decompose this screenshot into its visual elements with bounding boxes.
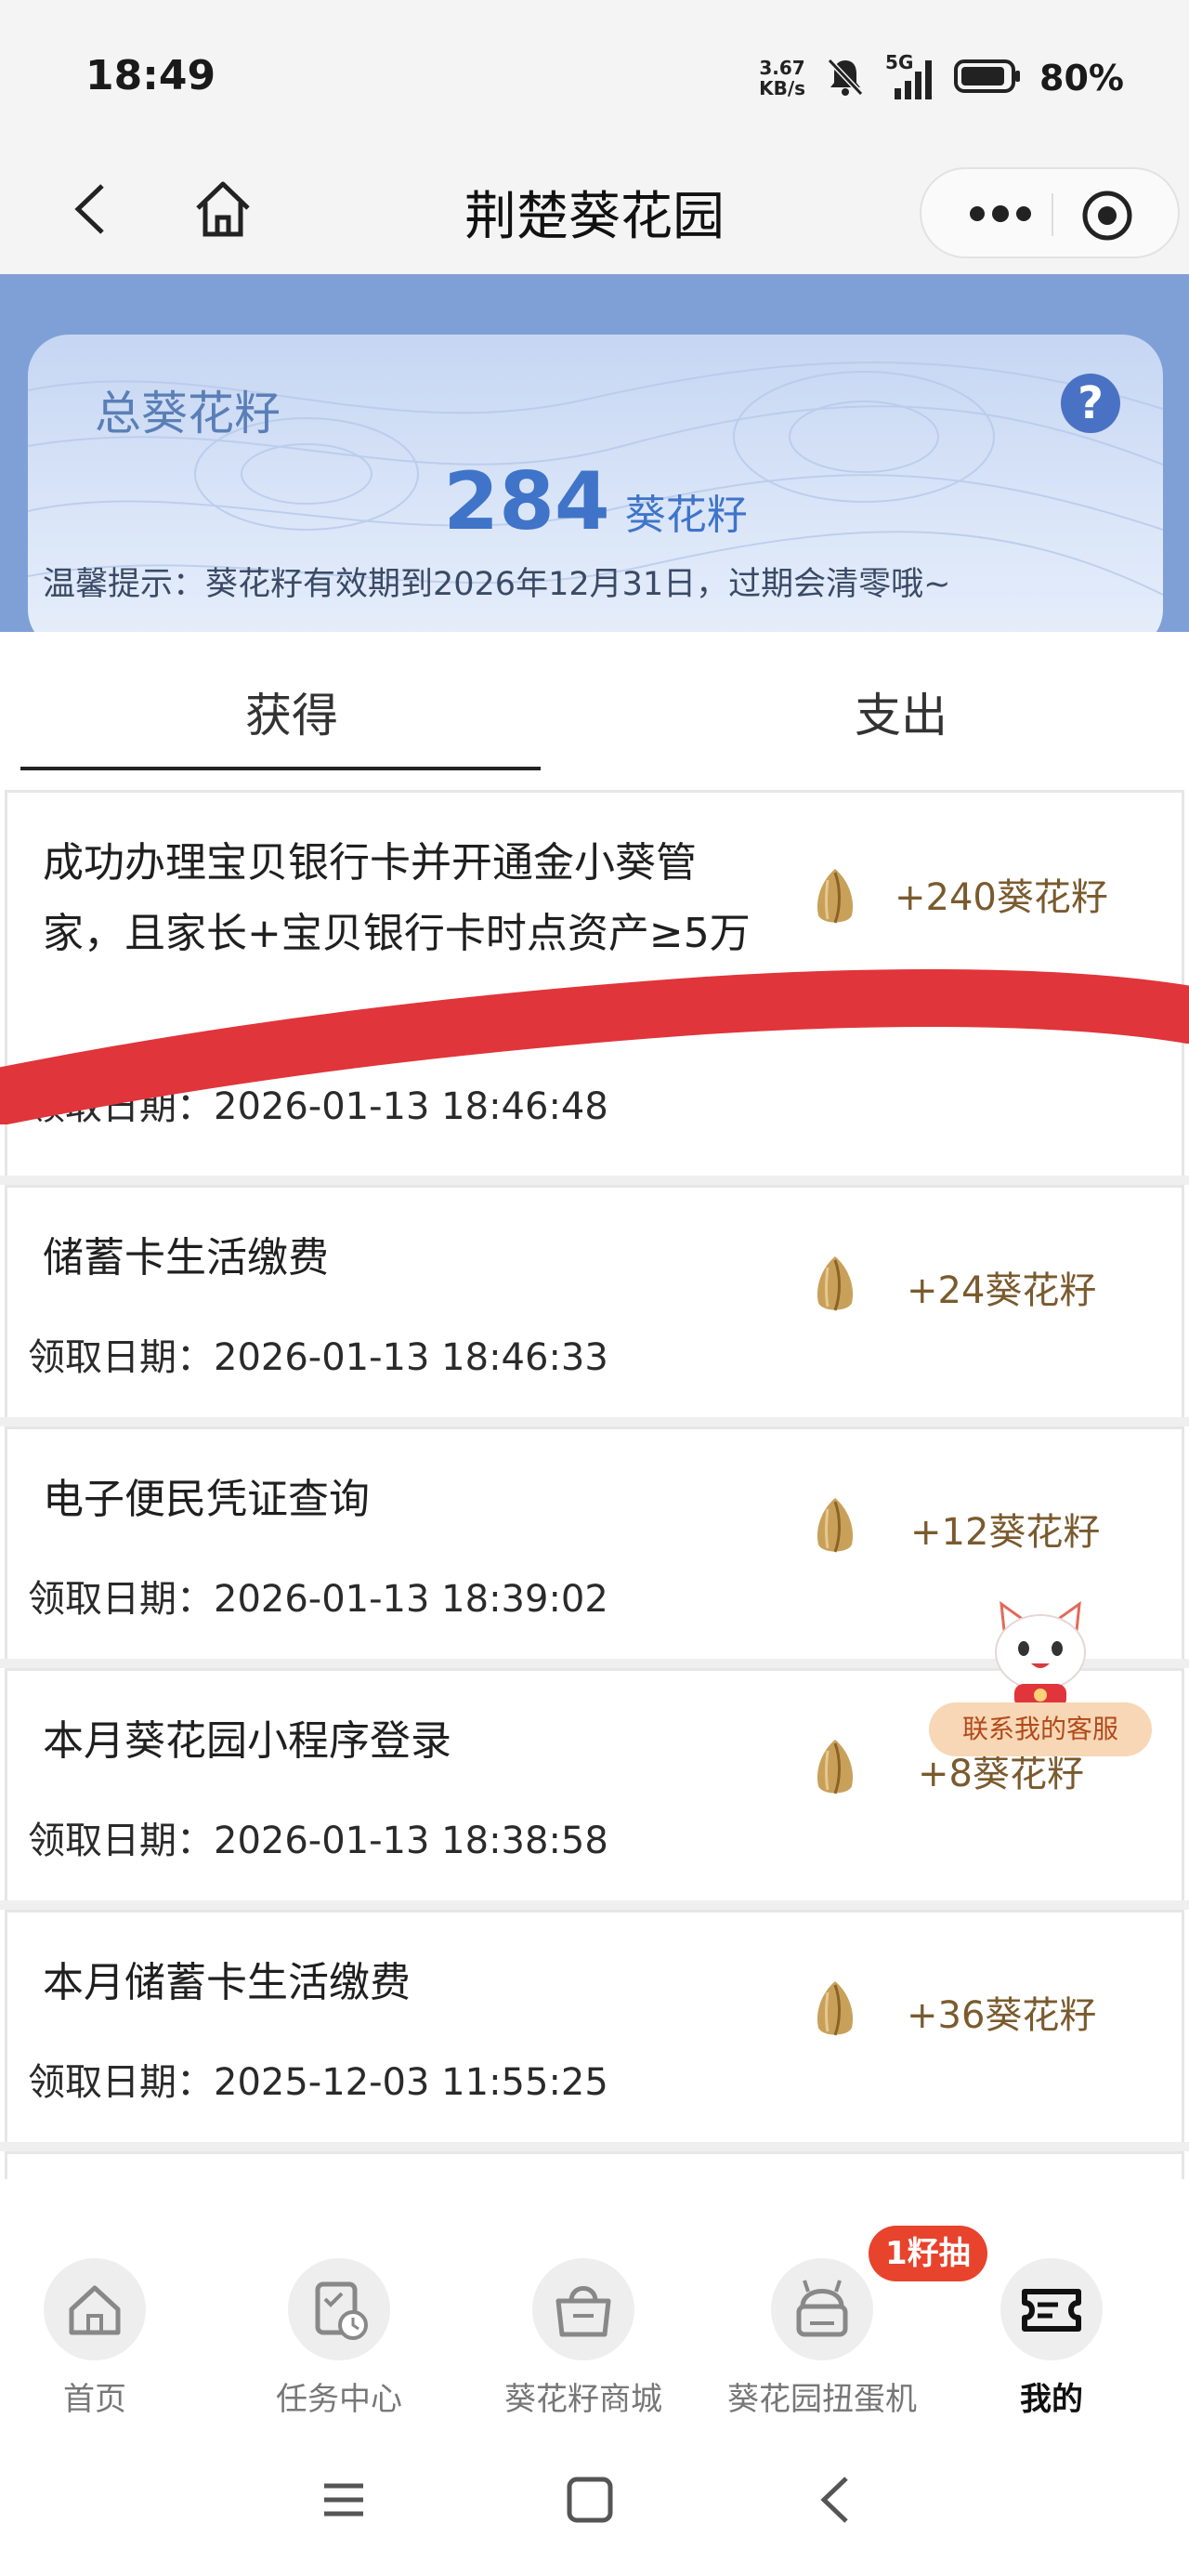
sunflower-seed-icon: [817, 1740, 854, 1794]
list-item: 成功办理宝贝银行卡并开通金小葵管家，且家长+宝贝银行卡时点资产≥5万 领取日期：…: [5, 790, 1184, 1176]
record-date: 领取日期：2026-01-13 18:38:58: [28, 1820, 608, 1862]
system-home-button[interactable]: [557, 2467, 622, 2532]
square-icon: [567, 2477, 613, 2523]
status-time: 18:49: [85, 52, 216, 99]
list-item: 储蓄卡生活缴费 领取日期：2026-01-13 18:46:33 +24葵花籽: [5, 1185, 1184, 1417]
network-speed: 3.67 KB/s: [759, 58, 805, 99]
record-title: 本月储蓄卡生活缴费: [43, 1959, 411, 2006]
points-card: 总葵花籽 ? 284 葵花籽 温馨提示：葵花籽有效期到2026年12月31日，过期…: [28, 335, 1163, 632]
more-dots-icon: [970, 205, 1031, 222]
tab-label: 任务中心: [276, 2381, 402, 2418]
signal-label: 5G: [885, 51, 914, 73]
bottom-tab-bar: 首页 任务中心 葵花籽商城 葵花园扭蛋机 我的 1籽抽: [0, 2179, 1189, 2421]
help-question-icon[interactable]: ?: [1061, 374, 1120, 433]
system-nav-bar: [0, 2421, 1189, 2576]
record-date: 领取日期：2026-01-13 18:46:33: [28, 1336, 608, 1379]
tab-label: 葵花园扭蛋机: [727, 2381, 917, 2418]
record-date: 领取日期：2026-01-13 18:39:02: [28, 1578, 608, 1621]
signal-icon: 5G: [885, 51, 937, 101]
task-icon: [288, 2258, 390, 2360]
battery-percent: 80%: [1039, 58, 1124, 99]
record-title: 储蓄卡生活缴费: [43, 1234, 329, 1281]
lottery-badge: 1籽抽: [869, 2226, 987, 2281]
earn-record-list: 成功办理宝贝银行卡并开通金小葵管家，且家长+宝贝银行卡时点资产≥5万 领取日期：…: [0, 790, 1189, 2188]
system-back-button[interactable]: [804, 2467, 869, 2532]
points-value: 284: [443, 455, 610, 548]
chevron-left-icon: [820, 2477, 848, 2523]
sunflower-seed-icon: [817, 1498, 854, 1553]
record-amount: +12葵花籽: [910, 1511, 1101, 1554]
tab-spend[interactable]: 支出: [855, 678, 947, 745]
network-speed-unit: KB/s: [759, 77, 806, 99]
list-item: 本月储蓄卡生活缴费 领取日期：2025-12-03 11:55:25 +36葵花…: [5, 1910, 1184, 2142]
record-title: 本月葵花园小程序登录: [43, 1717, 451, 1765]
ticket-icon: [1000, 2258, 1103, 2360]
tab-shop[interactable]: 葵花籽商城: [472, 2258, 695, 2419]
record-title: 成功办理宝贝银行卡并开通金小葵管家，且家长+宝贝银行卡时点资产≥5万: [43, 839, 751, 957]
record-tabs: 获得 支出: [0, 632, 1189, 771]
sunflower-seed-icon: [817, 1981, 854, 2036]
status-bar: 18:49 3.67 KB/s 5G 80%: [0, 0, 1189, 149]
tab-label: 首页: [63, 2381, 126, 2418]
points-row: 284 葵花籽: [28, 455, 1163, 548]
shop-icon: [532, 2258, 634, 2360]
list-divider: [0, 1900, 1189, 1910]
list-divider: [0, 1417, 1189, 1426]
list-divider: [0, 2142, 1189, 2151]
total-points-label: 总葵花籽: [95, 387, 281, 440]
record-date: 领取日期：2025-12-03 11:55:25: [28, 2061, 608, 2104]
expiry-tip: 温馨提示：葵花籽有效期到2026年12月31日，过期会清零哦~: [43, 566, 951, 603]
more-button[interactable]: [949, 188, 1052, 240]
menu-lines-icon: [324, 2483, 363, 2517]
tab-label: 我的: [1020, 2381, 1083, 2418]
cat-mascot-icon: [995, 1600, 1086, 1708]
customer-service-label: 联系我的客服: [929, 1702, 1152, 1756]
network-speed-value: 3.67: [759, 57, 805, 79]
target-close-icon: [1082, 191, 1132, 241]
tab-tasks[interactable]: 任务中心: [228, 2258, 451, 2419]
record-amount: +24葵花籽: [907, 1269, 1097, 1312]
record-title: 电子便民凭证查询: [43, 1476, 370, 1523]
capsule-divider: [1052, 193, 1053, 236]
recent-apps-button[interactable]: [311, 2467, 376, 2532]
tab-home[interactable]: 首页: [0, 2258, 206, 2419]
record-amount: +36葵花籽: [907, 1994, 1097, 2037]
active-tab-indicator: [20, 767, 541, 770]
sunflower-seed-icon: [817, 1256, 854, 1311]
gacha-icon: [771, 2258, 873, 2360]
close-miniprogram-button[interactable]: [1079, 188, 1135, 243]
points-summary: 总葵花籽 ? 284 葵花籽 温馨提示：葵花籽有效期到2026年12月31日，过期…: [0, 274, 1189, 632]
tab-mine[interactable]: 我的: [940, 2258, 1163, 2419]
tab-label: 葵花籽商城: [504, 2381, 662, 2418]
mute-bell-icon: [822, 53, 869, 103]
tab-earn[interactable]: 获得: [245, 678, 338, 745]
battery-icon: [954, 58, 1023, 99]
tab-gacha[interactable]: 葵花园扭蛋机: [711, 2258, 934, 2419]
list-divider: [0, 1176, 1189, 1185]
record-date: 领取日期：2026-01-13 18:46:48: [28, 1085, 608, 1128]
customer-service-widget[interactable]: 联系我的客服: [929, 1598, 1152, 1766]
home-icon: [44, 2258, 146, 2360]
status-icons: 3.67 KB/s 5G 80%: [759, 50, 1124, 106]
miniprogram-capsule: [920, 167, 1180, 258]
sunflower-seed-icon: [817, 869, 854, 924]
record-amount: +240葵花籽: [895, 876, 1108, 919]
points-unit: 葵花籽: [624, 492, 748, 539]
navigation-bar: 荆楚葵花园: [0, 149, 1189, 274]
